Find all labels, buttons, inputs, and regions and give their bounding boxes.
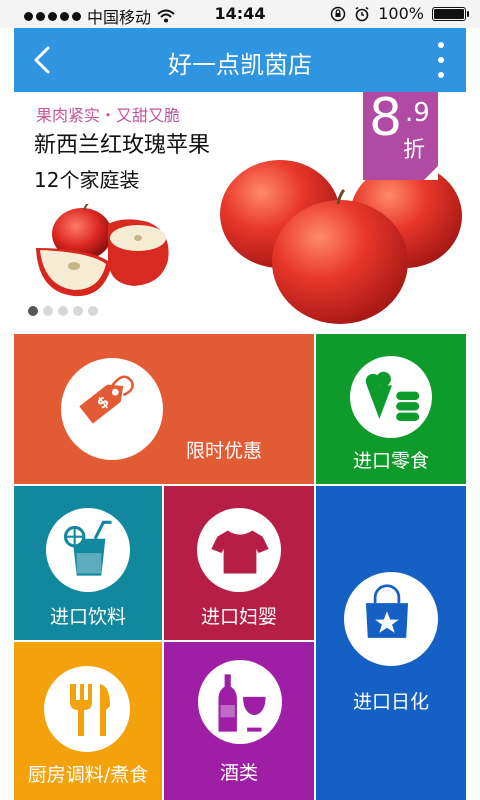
pager-dot[interactable] [58,306,68,316]
tile-label: 进口零食 [352,450,429,472]
pager-dot-active[interactable] [28,306,38,316]
pager-dot[interactable] [73,306,83,316]
shopping-bag-icon [344,572,438,666]
banner-product-name: 新西兰红玫瑰苹果 [34,133,211,158]
discount-major: 8 [369,92,403,148]
apple-slice-image [36,204,169,297]
price-tag-icon: $ [61,358,163,460]
tile-drinks[interactable]: 进口饮料 [14,486,162,640]
status-bar: 中国移动 14:44 100% [0,0,480,28]
tile-flash-sale[interactable]: $ 限时优惠 [14,334,314,484]
apples-image [220,160,462,324]
more-dot [438,57,444,63]
tile-snacks[interactable]: 进口零食 [316,334,466,484]
page-title: 好一点凯茵店 [168,51,312,79]
tile-daily[interactable]: 进口日化 [316,486,466,800]
tile-wine[interactable]: 酒类 [164,642,314,800]
snack-icon [350,356,432,438]
banner-pack-size: 12个家庭装 [34,168,140,192]
wine-icon [198,660,282,744]
more-button[interactable] [434,42,448,78]
tile-kitchen[interactable]: 厨房调料/煮食 [14,642,162,800]
banner-pager[interactable] [28,306,98,316]
tile-label: 限时优惠 [186,440,263,462]
battery-icon [432,6,469,21]
promo-banner[interactable]: 果肉紧实・又甜又脆 新西兰红玫瑰苹果 12个家庭装 8 .9 折 [14,92,466,332]
drink-icon [46,508,130,592]
tile-label: 进口妇婴 [200,606,277,628]
tile-label: 酒类 [219,762,258,784]
discount-badge: 8 .9 折 [363,92,438,180]
phone-screen: 中国移动 14:44 100% 好一点凯茵店 果肉紧实・又甜又脆 新西兰红玫瑰苹… [0,0,480,800]
tshirt-icon [197,508,281,592]
badge-fold [424,166,438,180]
tile-label: 厨房调料/煮食 [27,764,149,786]
rotation-lock-icon [331,6,346,21]
pager-dot[interactable] [88,306,98,316]
tile-label: 进口饮料 [49,606,126,628]
nav-bar: 好一点凯茵店 [14,28,466,92]
fork-knife-icon [44,666,130,752]
battery-percent: 100% [378,4,424,23]
pager-dot[interactable] [43,306,53,316]
tile-baby[interactable]: 进口妇婴 [164,486,314,640]
more-dot [438,42,444,48]
status-right: 100% [330,4,469,23]
alarm-icon [355,6,369,21]
discount-unit: 折 [403,138,426,163]
discount-minor: .9 [405,98,430,128]
banner-tagline: 果肉紧实・又甜又脆 [36,106,181,125]
more-dot [438,72,444,78]
tile-label: 进口日化 [352,691,429,713]
